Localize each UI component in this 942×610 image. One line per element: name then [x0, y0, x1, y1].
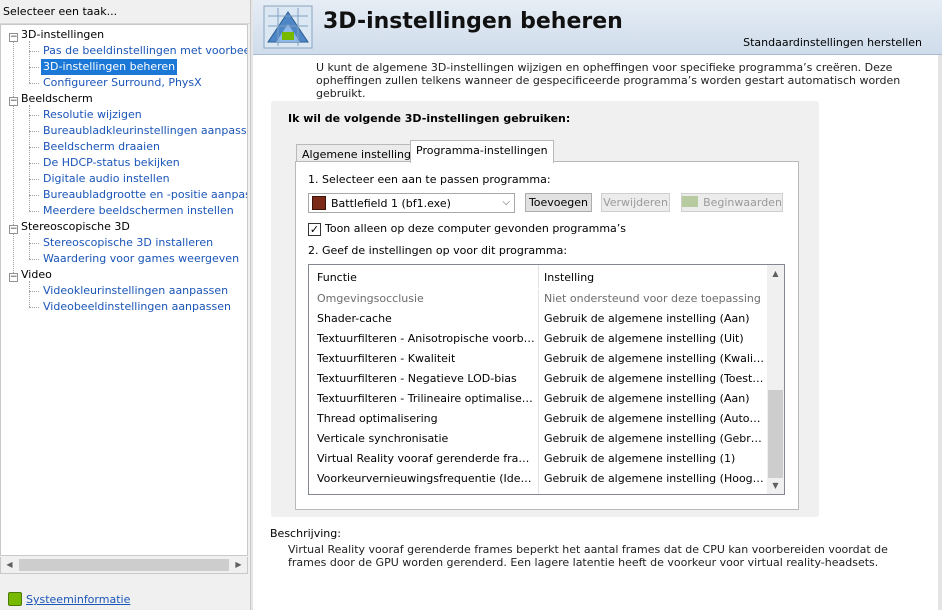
scrollbar-thumb[interactable]: [768, 390, 783, 478]
table-row[interactable]: Verticale synchronisatie Gebruik de algem…: [309, 429, 769, 449]
list-vertical-scrollbar[interactable]: ▲ ▼: [767, 265, 784, 494]
scroll-down-icon[interactable]: ▼: [767, 477, 784, 494]
tree-item-preview-settings[interactable]: Pas de beeldinstellingen met voorbeeld a…: [41, 43, 247, 59]
tree-item-surround-physx[interactable]: Configureer Surround, PhysX: [41, 75, 204, 91]
tree-item-video-image[interactable]: Videobeeldinstellingen aanpassen: [41, 299, 233, 315]
restore-defaults-link[interactable]: Standaardinstellingen herstellen: [743, 36, 922, 49]
column-header-feature[interactable]: Functie: [317, 271, 357, 284]
content-scrollbar[interactable]: [938, 55, 942, 610]
scrollbar-thumb[interactable]: [19, 559, 229, 571]
checkbox-label[interactable]: Toon alleen op deze computer gevonden pr…: [325, 222, 626, 235]
intro-text: U kunt de algemene 3D-instellingen wijzi…: [316, 61, 901, 100]
scroll-left-icon[interactable]: ◀: [1, 557, 18, 573]
tree-item-stereo-install[interactable]: Stereoscopische 3D installeren: [41, 235, 215, 251]
table-row[interactable]: Textuurfilteren - Negatieve LOD-bias Gebr…: [309, 369, 769, 389]
task-panel: Selecteer een taak... −3D-instellingen P…: [0, 0, 250, 610]
program-select[interactable]: Battlefield 1 (bf1.exe) ⌵: [308, 193, 515, 213]
tree-item-hdcp[interactable]: De HDCP-status bekijken: [41, 155, 182, 171]
restore-program-button[interactable]: Beginwaarden: [681, 193, 783, 212]
tree-item-digital-audio[interactable]: Digitale audio instellen: [41, 171, 172, 187]
add-program-button[interactable]: Toevoegen: [525, 193, 592, 212]
description-text: Virtual Reality vooraf gerenderde frames…: [288, 543, 888, 569]
tab-program-settings[interactable]: Programma-instellingen: [410, 140, 554, 163]
tree-connector: [13, 37, 14, 275]
table-row[interactable]: Textuurfilteren - Kwaliteit Gebruik de al…: [309, 349, 769, 369]
nvidia-info-icon: [8, 592, 22, 606]
table-row[interactable]: Thread optimalisering Gebruik de algemene…: [309, 409, 769, 429]
collapse-icon[interactable]: −: [9, 225, 18, 234]
step1-label: 1. Selecteer een aan te passen programma…: [308, 173, 551, 186]
page-title: 3D-instellingen beheren: [323, 9, 623, 34]
content-panel: 3D-instellingen beheren Standaardinstell…: [253, 0, 942, 610]
chevron-down-icon[interactable]: ⌵: [502, 197, 510, 208]
show-local-programs-checkbox[interactable]: ✓: [308, 223, 321, 236]
scroll-up-icon[interactable]: ▲: [767, 265, 784, 282]
table-row[interactable]: Voorkeurvernieuwingsfrequentie (Idek Iiy…: [309, 469, 769, 489]
tree-category-display[interactable]: − Beeldscherm: [9, 91, 93, 107]
system-info-link[interactable]: Systeeminformatie: [8, 592, 130, 608]
collapse-icon[interactable]: −: [9, 33, 18, 42]
collapse-icon[interactable]: −: [9, 273, 18, 282]
page-banner: 3D-instellingen beheren Standaardinstell…: [253, 0, 942, 55]
tree-item-rotate[interactable]: Beeldscherm draaien: [41, 139, 162, 155]
tree-item-desktop-color[interactable]: Bureaubladkleurinstellingen aanpassen: [41, 123, 247, 139]
column-header-setting[interactable]: Instelling: [544, 271, 594, 284]
step2-label: 2. Geef de instellingen op voor dit prog…: [308, 244, 568, 257]
tree-horizontal-scrollbar[interactable]: ◀ ▶: [0, 557, 248, 574]
table-row[interactable]: Virtual Reality vooraf gerenderde frames…: [309, 449, 769, 469]
tree-connector: [29, 41, 30, 83]
collapse-icon[interactable]: −: [9, 97, 18, 106]
settings-list[interactable]: Functie Instelling Omgevingsocclusie Niet…: [308, 264, 785, 495]
tree-connector: [29, 233, 30, 259]
group-title: Ik wil de volgende 3D-instellingen gebru…: [288, 112, 571, 125]
tree-item-desktop-size[interactable]: Bureaubladgrootte en -positie aanpassen: [41, 187, 247, 203]
tree-item-video-color[interactable]: Videokleurinstellingen aanpassen: [41, 283, 230, 299]
description-title: Beschrijving:: [270, 527, 341, 540]
tree-item-manage-3d[interactable]: 3D-instellingen beheren: [41, 59, 178, 75]
task-panel-header: Selecteer een taak...: [0, 0, 250, 24]
scroll-right-icon[interactable]: ▶: [230, 557, 247, 573]
nvidia-logo-icon: [682, 196, 699, 207]
tree-item-resolution[interactable]: Resolutie wijzigen: [41, 107, 144, 123]
table-row[interactable]: Omgevingsocclusie Niet ondersteund voor d…: [309, 289, 769, 309]
tree-category-stereo[interactable]: − Stereoscopische 3D: [9, 219, 130, 235]
tree-category-video[interactable]: − Video: [9, 267, 52, 283]
tree-item-game-ratings[interactable]: Waardering voor games weergeven: [41, 251, 241, 267]
tree-category-3d[interactable]: −3D-instellingen: [9, 27, 104, 43]
task-tree: −3D-instellingen Pas de beeldinstellinge…: [0, 24, 248, 556]
table-row[interactable]: Shader-cache Gebruik de algemene instelli…: [309, 309, 769, 329]
list-header: Functie Instelling: [309, 265, 769, 289]
3d-settings-icon: [263, 5, 313, 49]
tree-connector: [29, 281, 30, 307]
table-row[interactable]: Textuurfilteren - Anisotropische voorbee…: [309, 329, 769, 349]
game-icon: [312, 196, 326, 210]
table-row[interactable]: Textuurfilteren - Trilineaire optimalise…: [309, 389, 769, 409]
tree-item-multiple-displays[interactable]: Meerdere beeldschermen instellen: [41, 203, 236, 219]
settings-group: Ik wil de volgende 3D-instellingen gebru…: [271, 101, 819, 517]
remove-program-button[interactable]: Verwijderen: [601, 193, 670, 212]
program-settings-panel: 1. Selecteer een aan te passen programma…: [295, 161, 799, 510]
